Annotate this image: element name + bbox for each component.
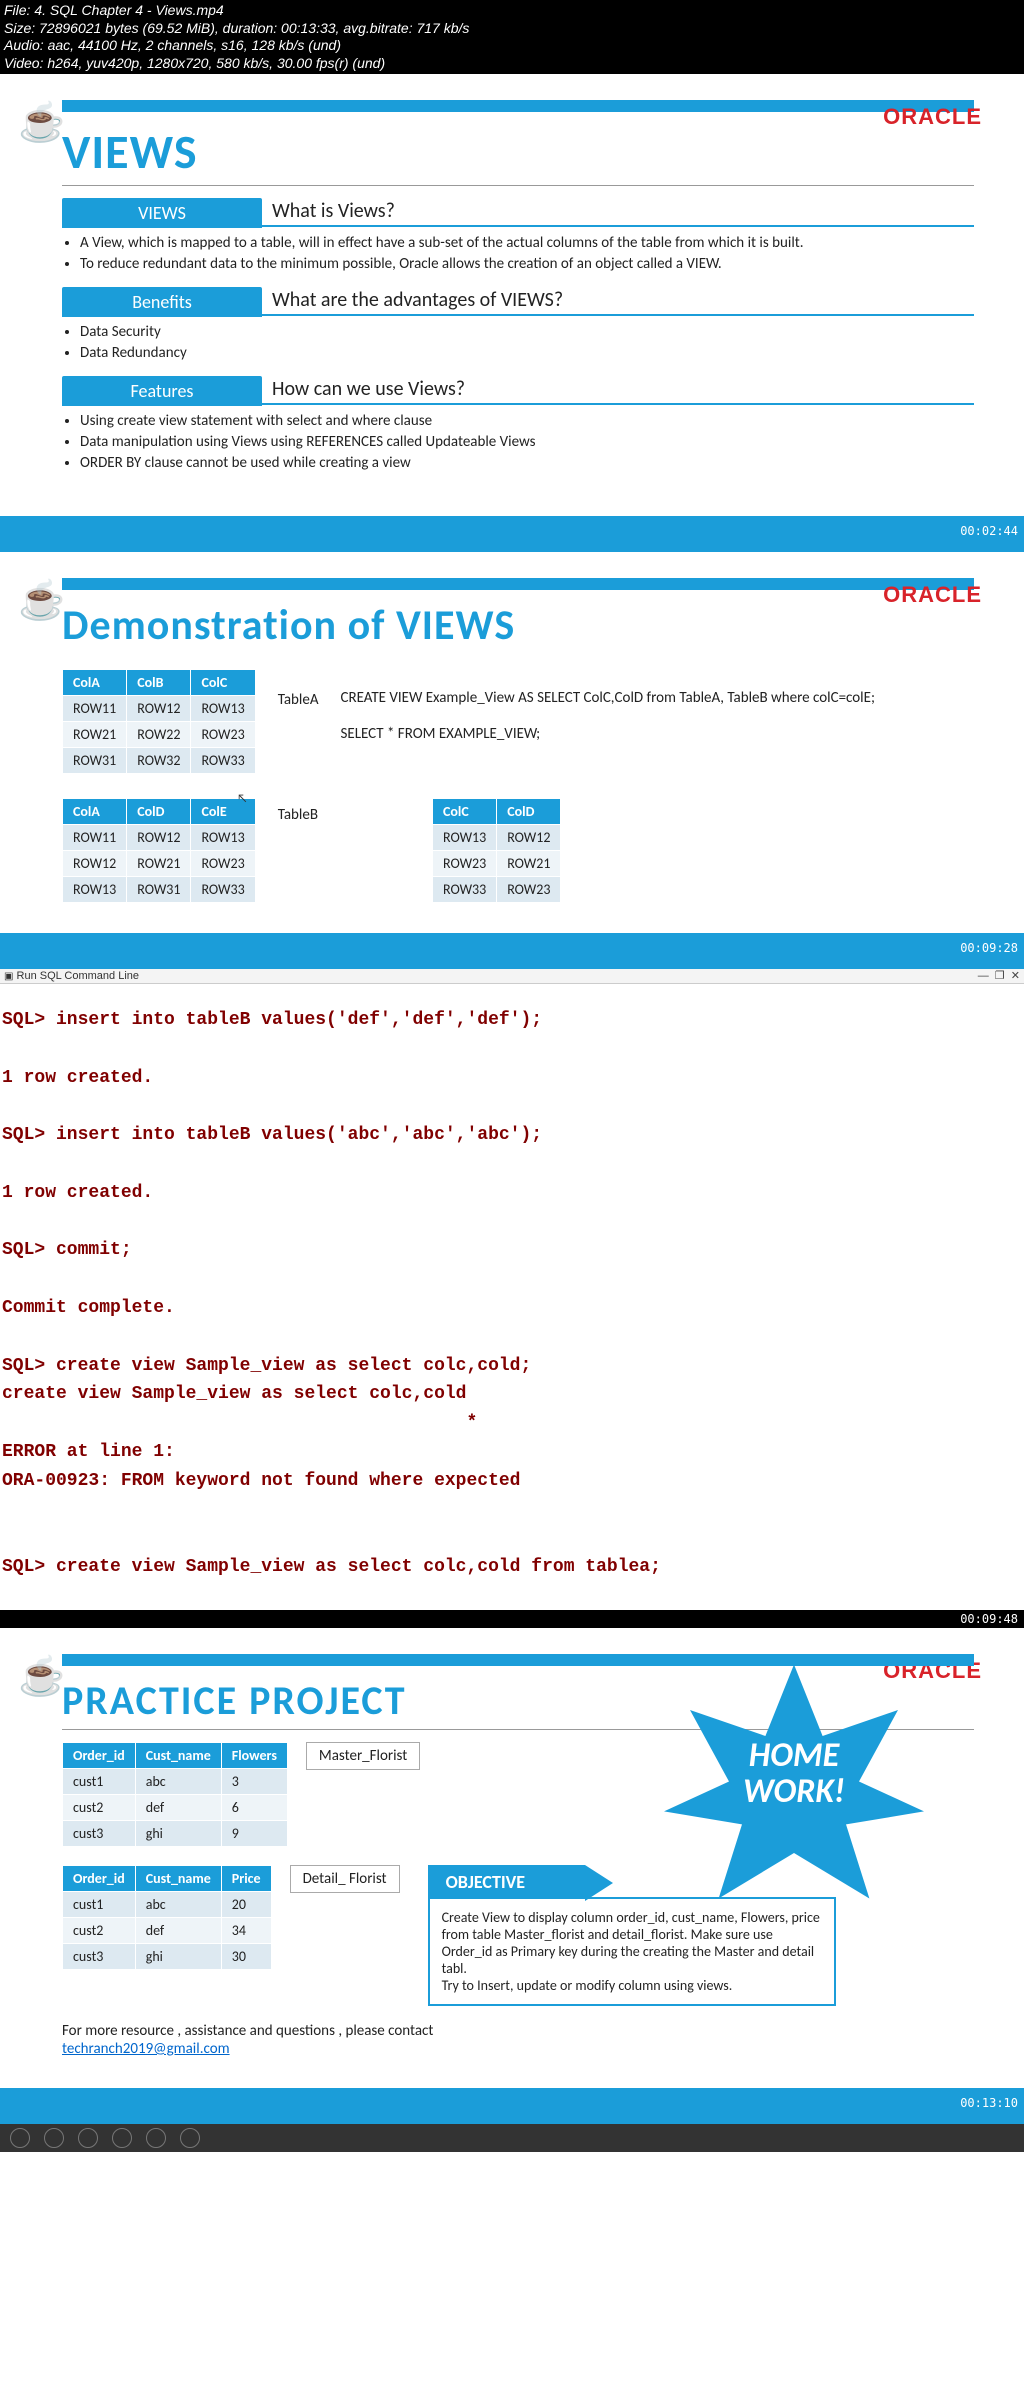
sql-select: SELECT * FROM EXAMPLE_VIEW; [341, 725, 875, 743]
slide-views: ☕ ORACLE VIEWS VIEWS What is Views? A Vi… [0, 74, 1024, 516]
bullet-item: Using create view statement with select … [80, 412, 974, 430]
oracle-logo: ORACLE [883, 582, 982, 608]
slide-footer-bar: 00:13:10 [0, 2088, 1024, 2124]
terminal-output: SQL> insert into tableB values('def','de… [0, 1002, 1024, 1592]
footer-text: For more resource , assistance and quest… [62, 2022, 433, 2040]
slide-footer-bar: 00:02:44 [0, 516, 1024, 552]
audio-line: Audio: aac, 44100 Hz, 2 channels, s16, 1… [4, 37, 1020, 55]
slide-footer-bar: 00:09:28 [0, 933, 1024, 969]
section-tab-benefits: Benefits [62, 287, 262, 317]
slide-practice-project: ☕ ORACLE PRACTICE PROJECT HOME WORK! Ord… [0, 1628, 1024, 2088]
tool-button[interactable] [146, 2128, 166, 2148]
timecode: 00:09:28 [960, 941, 1018, 955]
tool-button[interactable] [44, 2128, 64, 2148]
bullet-list: Data Security Data Redundancy [80, 323, 974, 362]
header-bar [62, 100, 974, 112]
timecode: 00:02:44 [960, 524, 1018, 538]
table-detail-florist: Order_idCust_namePrice cust1abc20 cust2d… [62, 1865, 272, 1970]
header-bar [62, 578, 974, 590]
terminal-screenshot: ▣ Run SQL Command Line — ❐ ✕ SQL> insert… [0, 969, 1024, 1628]
window-controls[interactable]: — ❐ ✕ [978, 969, 1020, 982]
tool-button[interactable] [112, 2128, 132, 2148]
terminal-title: Run SQL Command Line [17, 970, 140, 982]
size-line: Size: 72896021 bytes (69.52 MiB), durati… [4, 20, 1020, 38]
section-question: What is Views? [262, 199, 974, 227]
viewer-toolbar [0, 2124, 1024, 2152]
table-result: ColCColD ROW13ROW12 ROW23ROW21 ROW33ROW2… [432, 798, 561, 903]
footer-note: For more resource , assistance and quest… [62, 2022, 974, 2058]
bullet-item: A View, which is mapped to a table, will… [80, 234, 974, 252]
tool-button[interactable] [180, 2128, 200, 2148]
slide-demo-views: ☕ ORACLE Demonstration of VIEWS ColAColB… [0, 552, 1024, 933]
slide1-title: VIEWS [62, 122, 974, 181]
tool-button[interactable] [10, 2128, 30, 2148]
contact-email-link[interactable]: techranch2019@gmail.com [62, 2040, 230, 2058]
slide2-title: Demonstration of VIEWS [62, 600, 974, 651]
oracle-logo: ORACLE [883, 104, 982, 130]
bullet-list: Using create view statement with select … [80, 412, 974, 472]
bullet-item: ORDER BY clause cannot be used while cre… [80, 454, 974, 472]
section-question: How can we use Views? [262, 377, 974, 405]
section-tab-features: Features [62, 376, 262, 406]
file-info-header: File: 4. SQL Chapter 4 - Views.mp4 Size:… [0, 0, 1024, 74]
star-text-line1: HOME [664, 1738, 924, 1774]
bullet-item: Data Security [80, 323, 974, 341]
terminal-titlebar: ▣ Run SQL Command Line — ❐ ✕ [0, 969, 1024, 984]
timecode: 00:09:48 [0, 1610, 1024, 1628]
timecode: 00:13:10 [960, 2096, 1018, 2110]
table-a-label: TableA [278, 669, 319, 774]
table-b-label: TableB [278, 798, 318, 903]
table-a: ColAColBColC ROW11ROW12ROW13 ROW21ROW22R… [62, 669, 256, 774]
java-icon: ☕ [18, 100, 65, 146]
starburst-badge: HOME WORK! [664, 1658, 924, 1918]
bullet-item: Data manipulation using Views using REFE… [80, 433, 974, 451]
file-line: File: 4. SQL Chapter 4 - Views.mp4 [4, 2, 1020, 20]
sql-create-view: CREATE VIEW Example_View AS SELECT ColC,… [341, 689, 875, 707]
objective-badge: OBJECTIVE [428, 1865, 586, 1899]
java-icon: ☕ [18, 578, 65, 624]
table-b: ColAColDColE ROW11ROW12ROW13 ROW12ROW21R… [62, 798, 256, 903]
bullet-item: Data Redundancy [80, 344, 974, 362]
cursor-icon: ↖ [237, 792, 248, 806]
divider [62, 185, 974, 186]
detail-label: Detail_ Florist [290, 1865, 400, 1893]
tool-button[interactable] [78, 2128, 98, 2148]
video-line: Video: h264, yuv420p, 1280x720, 580 kb/s… [4, 55, 1020, 73]
section-question: What are the advantages of VIEWS? [262, 288, 974, 316]
master-label: Master_Florist [306, 1742, 420, 1770]
star-text-line2: WORK! [664, 1774, 924, 1810]
bullet-item: To reduce redundant data to the minimum … [80, 255, 974, 273]
section-tab-views: VIEWS [62, 198, 262, 228]
table-master-florist: Order_idCust_nameFlowers cust1abc3 cust2… [62, 1742, 288, 1847]
bullet-list: A View, which is mapped to a table, will… [80, 234, 974, 273]
